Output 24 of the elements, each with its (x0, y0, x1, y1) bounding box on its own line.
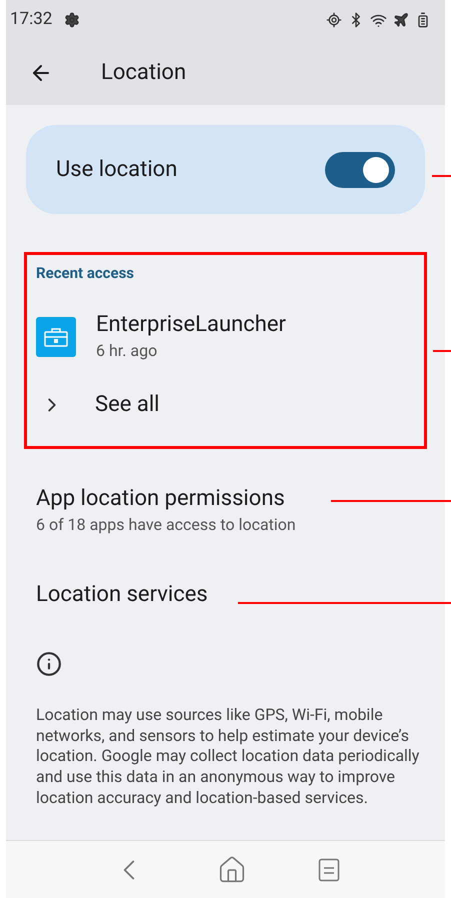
settings-item[interactable]: App location permissions 6 of 18 apps have access to location (36, 485, 415, 537)
use-location-label: Use location (56, 156, 178, 184)
status-time: 17:32 (10, 8, 52, 32)
settings-item[interactable]: Location services (36, 581, 415, 609)
page-title: Location (101, 59, 186, 87)
location-switch[interactable] (325, 152, 395, 188)
nav-recents-icon[interactable] (318, 858, 340, 882)
recent-access-heading: Recent access (36, 263, 136, 284)
app-name: EnterpriseLauncher (96, 310, 286, 338)
location-info-text: Location may use sources like GPS, Wi-Fi, mobile networks, and sensors to help estimate your device’s location. Google may collect location data periodically and use this data in an anonymous way to improve location accuracy and location-based services. (36, 705, 420, 809)
setting-title: App location permissions (36, 485, 285, 513)
briefcase-app-icon (36, 316, 76, 356)
use-location-card[interactable]: Use location (26, 125, 425, 214)
annotation-line (433, 350, 451, 352)
access-time: 6 hr. ago (96, 340, 158, 362)
location-target-icon (326, 12, 342, 28)
info-icon (36, 651, 62, 677)
see-all-item[interactable]: See all (36, 384, 415, 424)
setting-title: Location services (36, 581, 208, 609)
setting-subtitle: 6 of 18 apps have access to location (36, 514, 297, 536)
annotation-line (432, 175, 451, 177)
settings-icon (64, 12, 80, 28)
airplane-icon (393, 12, 409, 28)
recent-app-item[interactable]: EnterpriseLauncher 6 hr. ago (36, 306, 415, 366)
